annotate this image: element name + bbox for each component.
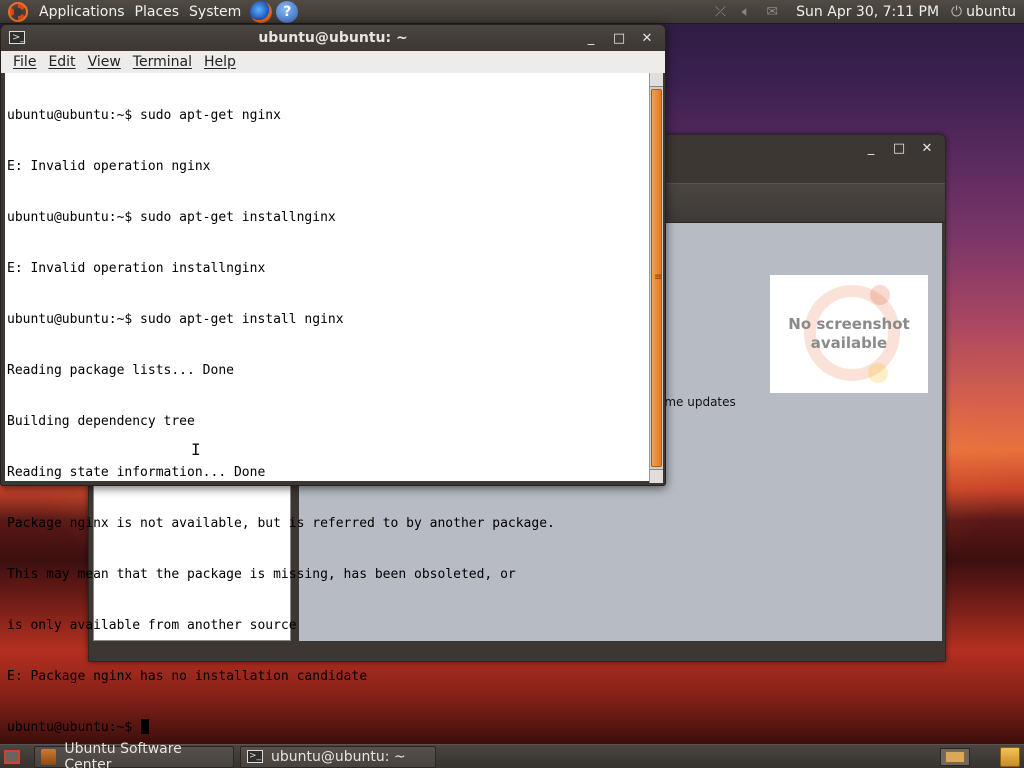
scrollbar-thumb[interactable]: ≡ bbox=[651, 89, 662, 467]
terminal-scrollbar[interactable]: ≡ bbox=[649, 73, 663, 483]
task-label: ubuntu@ubuntu: ~ bbox=[271, 748, 406, 765]
bottom-panel: Ubuntu Software Center >_ ubuntu@ubuntu:… bbox=[0, 741, 1024, 768]
maximize-button[interactable]: □ bbox=[605, 27, 633, 49]
menu-system[interactable]: System bbox=[184, 0, 246, 24]
volume-icon[interactable]: 🔈︎ bbox=[742, 4, 750, 20]
minimize-button[interactable]: _ bbox=[577, 27, 605, 49]
clock[interactable]: Sun Apr 30, 7:11 PM bbox=[796, 4, 939, 20]
terminal-line: E: Invalid operation installnginx bbox=[7, 261, 266, 276]
user-name: ubuntu bbox=[966, 4, 1016, 20]
menu-help[interactable]: Help bbox=[198, 54, 242, 70]
terminal-line: This may mean that the package is missin… bbox=[7, 567, 516, 582]
panel-tray: ⤫ 🔈︎ ✉ Sun Apr 30, 7:11 PM ⏻ ubuntu bbox=[707, 0, 1024, 24]
close-button[interactable]: ✕ bbox=[633, 27, 661, 49]
terminal-line: ubuntu@ubuntu:~$ sudo apt-get installngi… bbox=[7, 210, 336, 225]
workspace-switcher[interactable] bbox=[940, 748, 970, 766]
mouse-ibeam-cursor-icon: I bbox=[191, 440, 201, 459]
no-screenshot-text: No screenshot available bbox=[788, 315, 910, 352]
user-menu[interactable]: ⏻ ubuntu bbox=[951, 4, 1016, 20]
terminal-icon: >_ bbox=[247, 750, 263, 763]
trash-icon[interactable] bbox=[1000, 747, 1020, 767]
top-panel: Applications Places System ? ⤫ 🔈︎ ✉ Sun … bbox=[0, 0, 1024, 24]
terminal-menubar: File Edit View Terminal Help bbox=[1, 51, 665, 73]
terminal-prompt: ubuntu@ubuntu:~$ bbox=[7, 720, 141, 735]
network-icon[interactable]: ⤫ bbox=[715, 4, 726, 20]
terminal-line: ubuntu@ubuntu:~$ sudo apt-get install ng… bbox=[7, 312, 344, 327]
text-cursor bbox=[141, 719, 150, 734]
terminal-lines: ubuntu@ubuntu:~$ sudo apt-get nginx E: I… bbox=[7, 73, 555, 768]
menu-view[interactable]: View bbox=[82, 54, 127, 70]
terminal-line: Reading package lists... Done bbox=[7, 363, 234, 378]
scroll-down-arrow-icon[interactable] bbox=[650, 469, 663, 483]
taskbar-terminal[interactable]: >_ ubuntu@ubuntu: ~ bbox=[240, 745, 436, 768]
maximize-button[interactable]: □ bbox=[885, 137, 913, 159]
no-screenshot-placeholder: No screenshot available bbox=[770, 275, 928, 393]
mail-icon[interactable]: ✉ bbox=[766, 4, 778, 20]
terminal-prompt-line[interactable]: ubuntu@ubuntu:~$ bbox=[7, 719, 555, 736]
grip-icon: ≡ bbox=[654, 272, 663, 283]
terminal-titlebar[interactable]: >_ ubuntu@ubuntu: ~ _ □ ✕ bbox=[1, 25, 665, 51]
terminal-line: Reading state information... Done bbox=[7, 465, 266, 480]
software-center-icon bbox=[41, 748, 57, 765]
menu-edit[interactable]: Edit bbox=[42, 54, 81, 70]
updates-text: ome updates bbox=[657, 395, 736, 409]
terminal-title: ubuntu@ubuntu: ~ bbox=[258, 30, 408, 46]
menu-file[interactable]: File bbox=[7, 54, 42, 70]
task-label: Ubuntu Software Center bbox=[64, 740, 182, 768]
power-icon: ⏻ bbox=[951, 4, 963, 20]
menu-terminal[interactable]: Terminal bbox=[127, 54, 198, 70]
terminal-line: is only available from another source bbox=[7, 618, 297, 633]
terminal-line: ubuntu@ubuntu:~$ sudo apt-get nginx bbox=[7, 108, 281, 123]
terminal-line: Package nginx is not available, but is r… bbox=[7, 516, 555, 531]
software-center-window-buttons: _ □ ✕ bbox=[857, 137, 941, 159]
minimize-button[interactable]: _ bbox=[857, 137, 885, 159]
terminal-window-buttons: _ □ ✕ bbox=[577, 27, 661, 49]
terminal-line: Building dependency tree bbox=[7, 414, 195, 429]
menu-places[interactable]: Places bbox=[130, 0, 185, 24]
scroll-up-arrow-icon[interactable] bbox=[650, 73, 663, 87]
firefox-icon[interactable] bbox=[250, 0, 273, 23]
ubuntu-logo-icon[interactable] bbox=[8, 1, 28, 22]
help-icon[interactable]: ? bbox=[276, 0, 299, 23]
show-desktop-icon[interactable] bbox=[4, 749, 20, 764]
terminal-window[interactable]: >_ ubuntu@ubuntu: ~ _ □ ✕ File Edit View… bbox=[0, 24, 666, 735]
taskbar-software-center[interactable]: Ubuntu Software Center bbox=[34, 741, 234, 768]
terminal-output[interactable]: ubuntu@ubuntu:~$ sudo apt-get nginx E: I… bbox=[5, 73, 649, 735]
menu-applications[interactable]: Applications bbox=[34, 0, 130, 24]
terminal-line: E: Package nginx has no installation can… bbox=[7, 669, 368, 684]
terminal-line: E: Invalid operation nginx bbox=[7, 159, 211, 174]
close-button[interactable]: ✕ bbox=[913, 137, 941, 159]
